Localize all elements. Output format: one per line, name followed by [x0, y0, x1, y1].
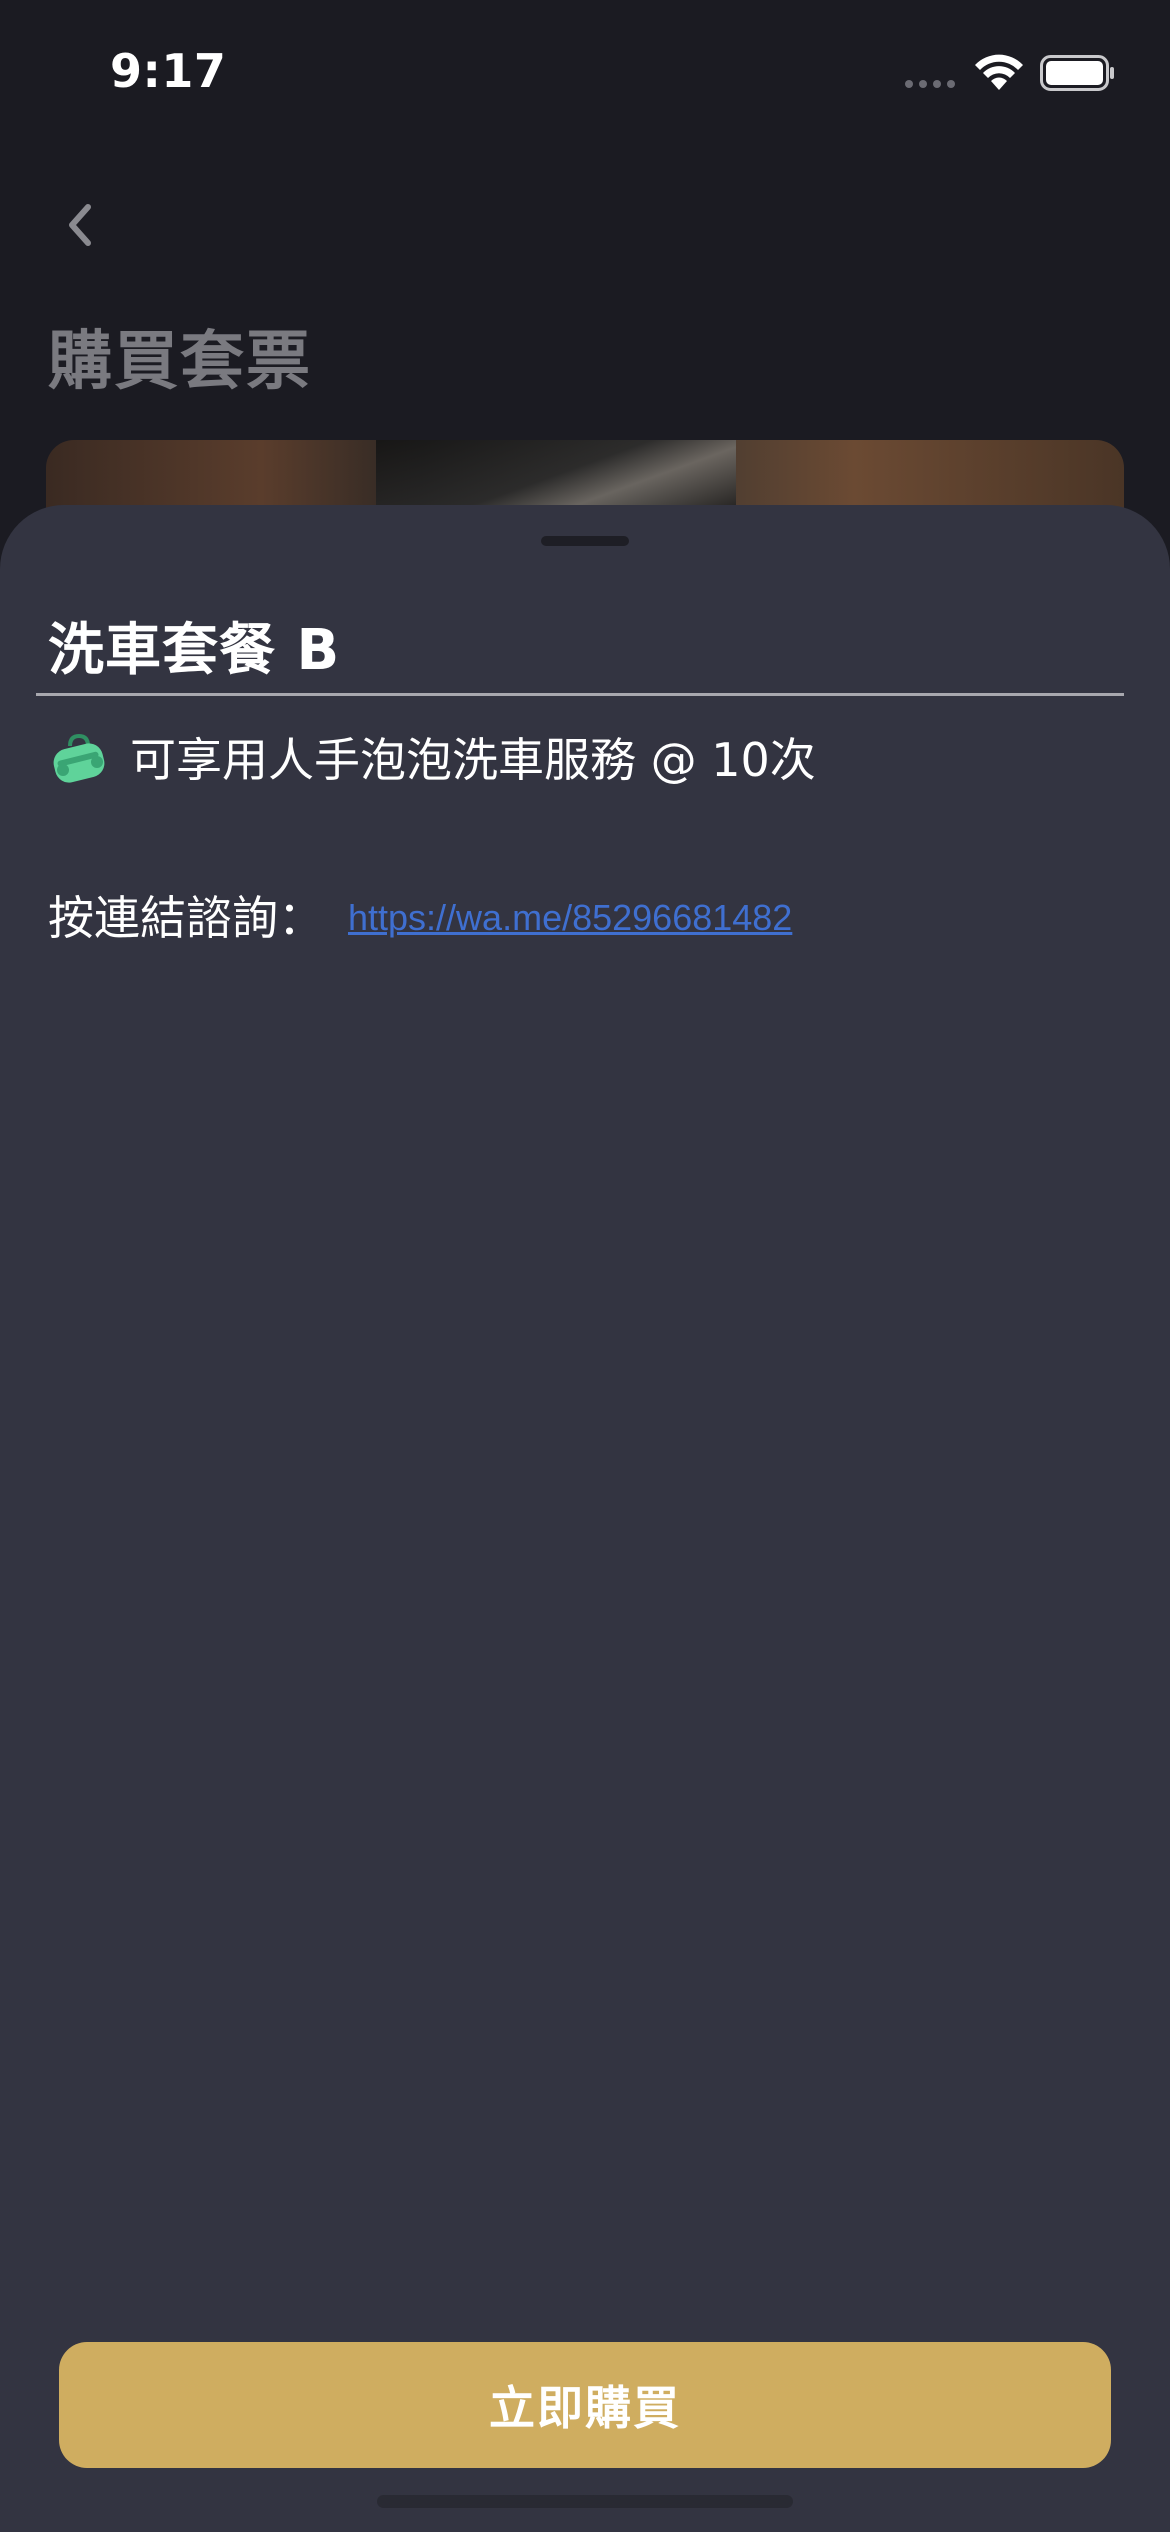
home-indicator [377, 2495, 793, 2508]
cellular-signal-icon [905, 80, 955, 88]
buy-now-button[interactable]: 立即購買 [59, 2342, 1111, 2468]
inquiry-label: 按連結諮詢： [48, 891, 324, 945]
feature-text: 可享用人手泡泡洗車服務 @ 10次 [130, 733, 816, 787]
status-time: 9:17 [110, 44, 227, 98]
screen: 9:17 購買套票 洗車套餐 B 可享用人手泡泡洗車服務 @ 10次 按連結諮詢… [0, 0, 1170, 2532]
package-title: 洗車套餐 B [48, 618, 341, 683]
inquiry-row: 按連結諮詢： https://wa.me/85296681482 [48, 875, 792, 955]
feature-item: 可享用人手泡泡洗車服務 @ 10次 [48, 717, 816, 797]
status-bar: 9:17 [0, 0, 1170, 140]
back-button[interactable] [50, 195, 110, 255]
sheet-grabber[interactable] [541, 536, 629, 546]
wifi-icon [975, 54, 1023, 90]
package-detail-sheet: 洗車套餐 B 可享用人手泡泡洗車服務 @ 10次 按連結諮詢： https://… [0, 505, 1170, 2532]
page-title: 購買套票 [48, 325, 312, 399]
battery-icon [1040, 55, 1114, 91]
duffel-bag-icon [53, 733, 105, 783]
whatsapp-link[interactable]: https://wa.me/85296681482 [348, 897, 792, 939]
chevron-left-icon [69, 204, 91, 246]
title-divider [36, 693, 1124, 696]
